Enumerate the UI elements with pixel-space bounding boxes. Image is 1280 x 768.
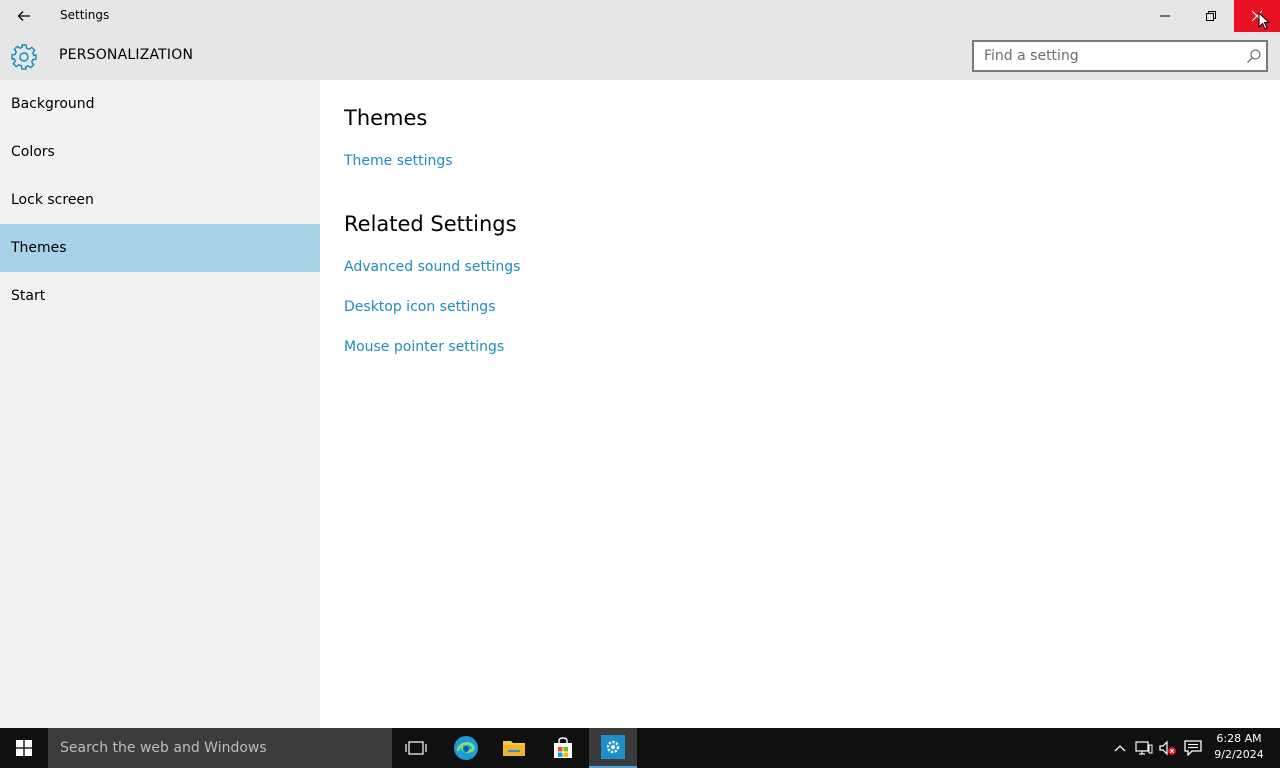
minimize-button[interactable] — [1142, 0, 1188, 32]
sidebar-item-themes[interactable]: Themes — [0, 224, 320, 272]
close-button[interactable] — [1234, 0, 1280, 32]
themes-heading: Themes — [344, 106, 428, 130]
back-arrow-icon — [17, 11, 30, 21]
network-icon — [1135, 741, 1153, 755]
sidebar: Background Colors Lock screen Themes Sta… — [0, 80, 320, 728]
window-title: Settings — [60, 8, 110, 22]
taskbar-settings-button[interactable] — [589, 728, 637, 768]
start-button[interactable] — [0, 728, 48, 768]
store-bag-icon — [554, 737, 572, 758]
notification-icon — [1184, 740, 1202, 756]
back-button[interactable] — [0, 0, 48, 32]
taskbar-store-button[interactable] — [539, 728, 587, 768]
taskbar-clock[interactable]: 6:28 AM 9/2/2024 — [1210, 731, 1268, 763]
page-title: PERSONALIZATION — [59, 47, 194, 63]
folder-icon — [503, 741, 525, 756]
mouse-pointer-settings-link[interactable]: Mouse pointer settings — [344, 339, 504, 355]
clock-time: 6:28 AM — [1216, 732, 1262, 745]
mouse-cursor-icon — [1258, 12, 1270, 30]
settings-header: PERSONALIZATION — [0, 32, 1280, 80]
action-center-button[interactable] — [1183, 738, 1203, 758]
edge-browser-icon — [454, 736, 478, 760]
desktop-icon-settings-link[interactable]: Desktop icon settings — [344, 299, 496, 315]
task-view-icon — [405, 741, 427, 755]
sidebar-item-lock-screen[interactable]: Lock screen — [0, 176, 320, 224]
sidebar-item-background[interactable]: Background — [0, 80, 320, 128]
sidebar-item-start[interactable]: Start — [0, 272, 320, 320]
settings-gear-icon — [601, 735, 625, 759]
advanced-sound-settings-link[interactable]: Advanced sound settings — [344, 259, 520, 275]
task-view-button[interactable] — [392, 728, 440, 768]
clock-date: 9/2/2024 — [1214, 748, 1264, 761]
volume-muted-icon — [1159, 740, 1176, 756]
gear-icon — [11, 44, 37, 70]
windows-logo-icon — [16, 740, 32, 756]
taskbar-edge-button[interactable] — [442, 728, 490, 768]
title-bar: Settings — [0, 0, 1280, 32]
content-pane: Themes Theme settings Related Settings A… — [320, 80, 1280, 728]
taskbar-file-explorer-button[interactable] — [490, 728, 538, 768]
restore-button[interactable] — [1188, 0, 1234, 32]
sidebar-item-colors[interactable]: Colors — [0, 128, 320, 176]
network-tray-button[interactable] — [1134, 738, 1154, 758]
restore-icon — [1206, 11, 1216, 21]
search-box[interactable] — [972, 40, 1268, 72]
show-hidden-icons-button[interactable] — [1110, 738, 1130, 758]
volume-tray-button[interactable] — [1158, 738, 1178, 758]
search-input[interactable] — [974, 42, 1234, 70]
taskbar-search-box[interactable]: Search the web and Windows — [48, 728, 392, 768]
related-settings-heading: Related Settings — [344, 212, 517, 236]
minimize-icon — [1160, 15, 1170, 17]
taskbar: Search the web and Windows 6:28 AM 9/2/2… — [0, 728, 1280, 768]
chevron-up-icon — [1114, 745, 1126, 752]
theme-settings-link[interactable]: Theme settings — [344, 153, 453, 169]
search-icon[interactable] — [1246, 48, 1262, 64]
